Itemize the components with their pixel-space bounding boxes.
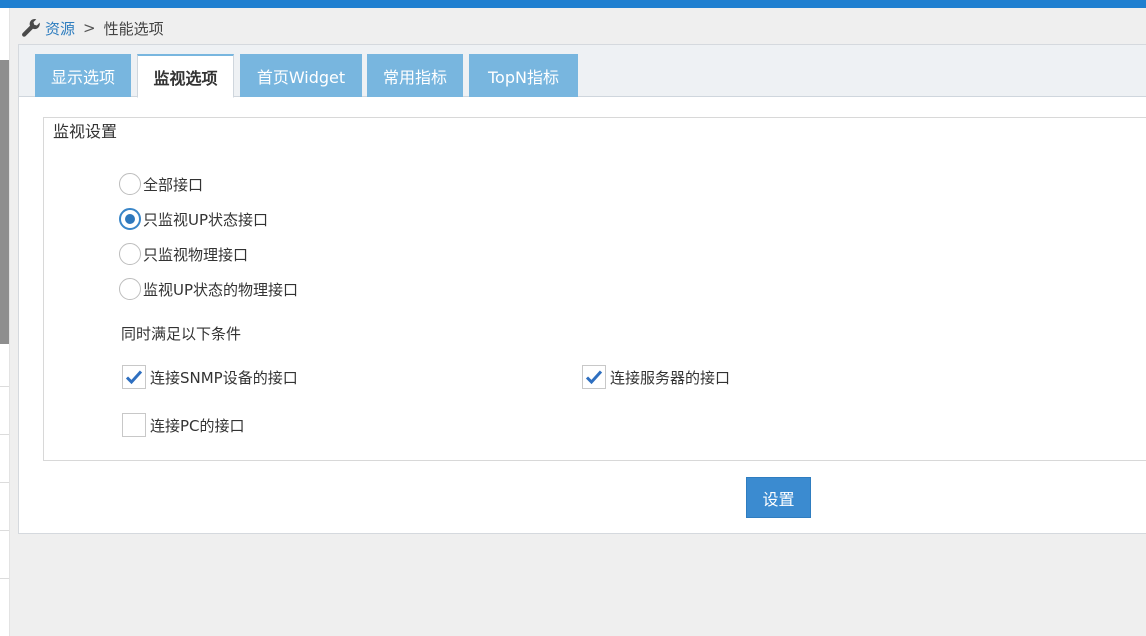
checkbox-checked[interactable] <box>582 365 606 389</box>
tab-homepage-widget[interactable]: 首页Widget <box>240 54 362 97</box>
radio-label: 全部接口 <box>143 175 204 194</box>
radio-up-physical-interfaces[interactable]: 监视UP状态的物理接口 <box>119 276 298 302</box>
tab-display-options[interactable]: 显示选项 <box>35 54 131 97</box>
checkbox-pc-interfaces[interactable]: 连接PC的接口 <box>122 412 245 438</box>
radio-all-interfaces[interactable]: 全部接口 <box>119 171 203 197</box>
tab-topn-metrics[interactable]: TopN指标 <box>469 54 578 97</box>
sidebar-divider <box>0 482 9 483</box>
radio-button[interactable] <box>119 278 141 300</box>
sidebar-divider <box>0 386 9 387</box>
checkbox-label: 连接服务器的接口 <box>610 368 731 387</box>
checkmark-icon <box>585 370 603 385</box>
sidebar-divider <box>0 434 9 435</box>
conditions-title: 同时满足以下条件 <box>121 325 242 343</box>
radio-button-selected[interactable] <box>119 208 141 230</box>
checkbox-server-interfaces[interactable]: 连接服务器的接口 <box>582 364 730 390</box>
checkbox-snmp-device-interfaces[interactable]: 连接SNMP设备的接口 <box>122 364 298 390</box>
tab-monitor-options[interactable]: 监视选项 <box>137 54 234 98</box>
checkbox-label: 连接PC的接口 <box>150 416 245 435</box>
breadcrumb: 资源 > 性能选项 <box>20 16 164 40</box>
sidebar-divider <box>0 530 9 531</box>
top-accent-bar <box>0 0 1146 8</box>
checkbox-checked[interactable] <box>122 365 146 389</box>
tab-bar: 显示选项 监视选项 首页Widget 常用指标 TopN指标 <box>19 45 1146 98</box>
checkbox-unchecked[interactable] <box>122 413 146 437</box>
sidebar-scrollbar[interactable] <box>0 60 9 344</box>
breadcrumb-separator: > <box>83 19 96 37</box>
radio-button[interactable] <box>119 173 141 195</box>
sidebar-divider <box>0 578 9 579</box>
monitor-settings-legend: 监视设置 <box>45 118 126 142</box>
radio-up-interfaces-only[interactable]: 只监视UP状态接口 <box>119 206 268 232</box>
radio-button[interactable] <box>119 243 141 265</box>
wrench-icon <box>22 18 40 37</box>
breadcrumb-link-resources[interactable]: 资源 <box>45 18 75 39</box>
checkbox-label: 连接SNMP设备的接口 <box>150 368 298 387</box>
radio-label: 只监视UP状态接口 <box>143 210 269 229</box>
tab-common-metrics[interactable]: 常用指标 <box>367 54 463 97</box>
breadcrumb-current: 性能选项 <box>103 19 164 38</box>
left-sidebar-strip <box>0 8 10 636</box>
checkmark-icon <box>125 370 143 385</box>
set-button[interactable]: 设置 <box>746 477 811 518</box>
radio-label: 监视UP状态的物理接口 <box>143 280 299 299</box>
radio-physical-interfaces-only[interactable]: 只监视物理接口 <box>119 241 248 267</box>
radio-label: 只监视物理接口 <box>143 245 249 264</box>
options-panel: 显示选项 监视选项 首页Widget 常用指标 TopN指标 监视设置 全部接口… <box>18 44 1146 534</box>
